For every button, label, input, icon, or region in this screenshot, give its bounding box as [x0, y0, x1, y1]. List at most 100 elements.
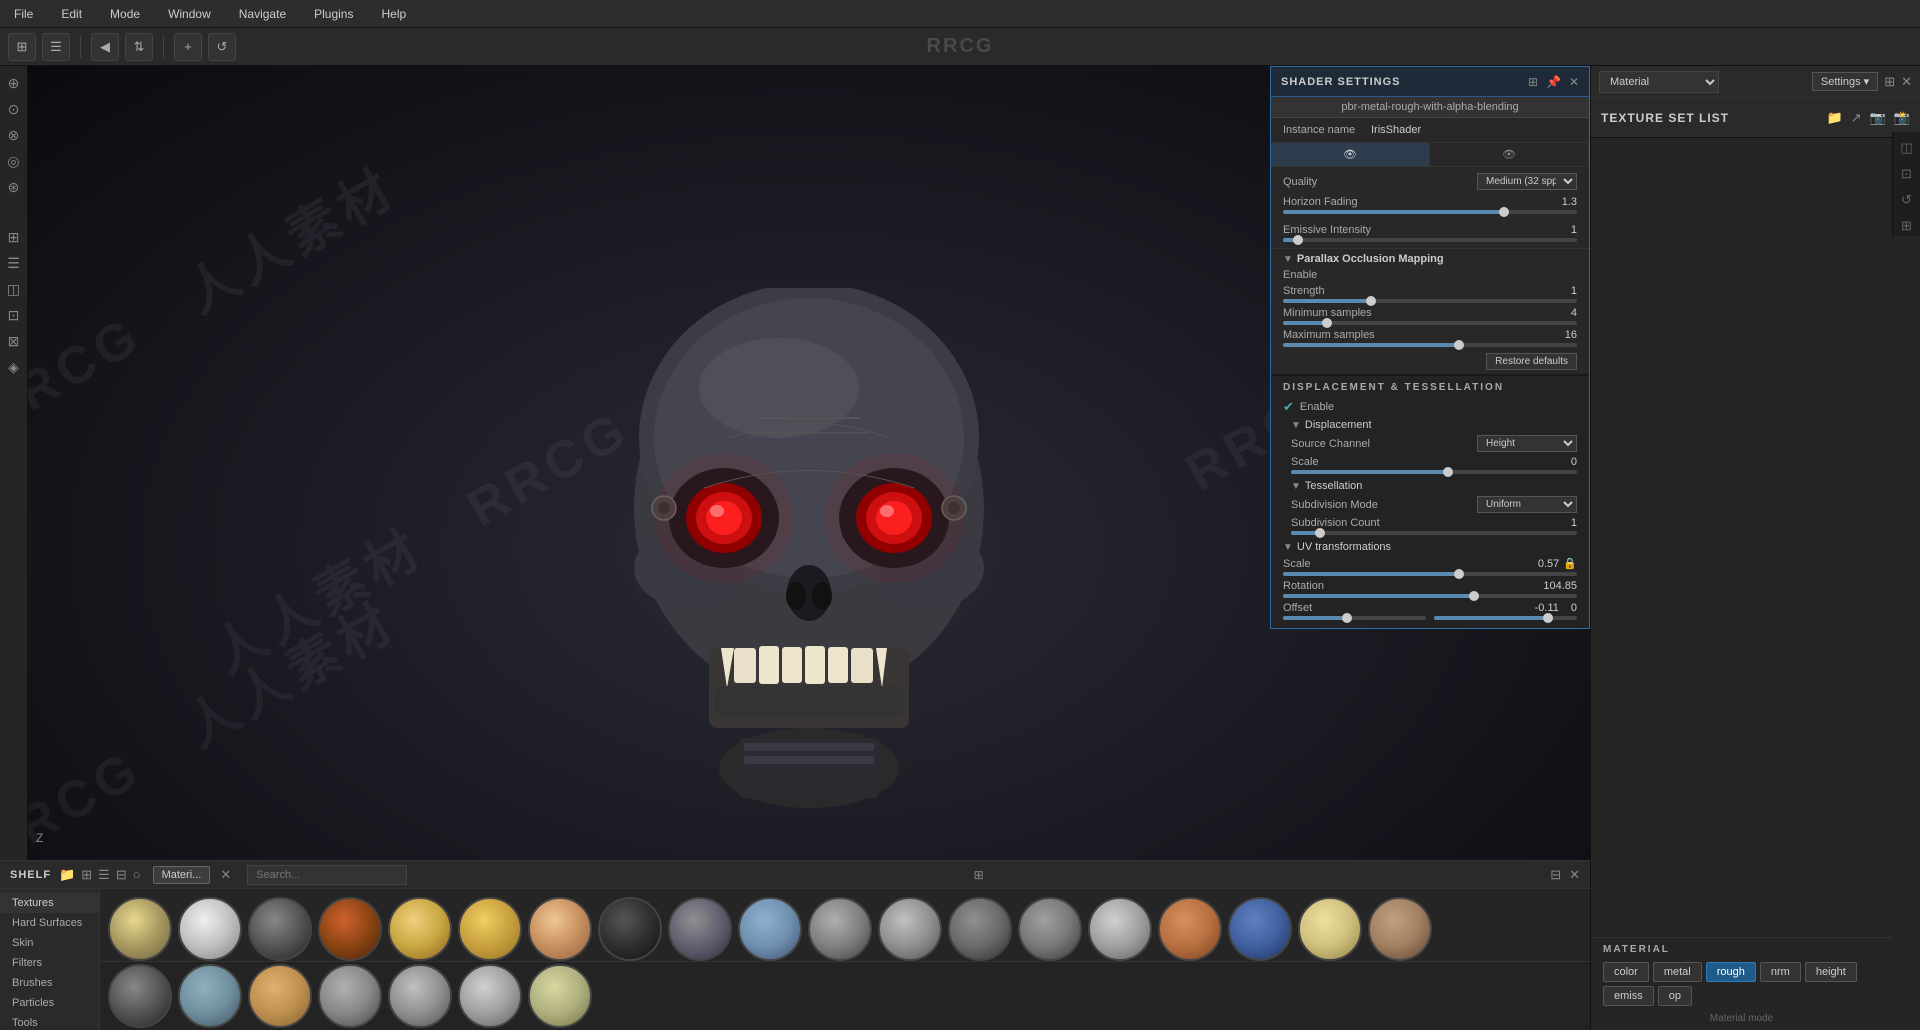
- shelf-item-r2-2[interactable]: [178, 964, 242, 1028]
- shelf-item-fabric-base[interactable]: Fabric Base...: [1368, 897, 1432, 961]
- uv-scale-slider[interactable]: [1283, 572, 1577, 576]
- left-sidebar-btn-5[interactable]: ⊛: [3, 176, 25, 198]
- left-sidebar-btn-8[interactable]: ◫: [3, 278, 25, 300]
- shelf-item-aluminium1[interactable]: Aluminium ...: [108, 897, 172, 961]
- shader-close-icon[interactable]: ✕: [1569, 75, 1579, 89]
- shelf-cat-filters[interactable]: Filters: [0, 953, 99, 973]
- shelf-cat-tools[interactable]: Tools: [0, 1013, 99, 1030]
- shelf-item-concrete-b[interactable]: Concrete B...: [808, 897, 872, 961]
- shelf-item-concrete-sl[interactable]: Concrete Sl...: [1018, 897, 1082, 961]
- outer-icon-3[interactable]: ↺: [1899, 190, 1914, 210]
- shelf-cat-hard-surfaces[interactable]: Hard Surfaces: [0, 913, 99, 933]
- panel-maximize-icon[interactable]: ⊞: [1884, 74, 1895, 90]
- shelf-cat-brushes[interactable]: Brushes: [0, 973, 99, 993]
- left-sidebar-btn-7[interactable]: ☰: [3, 252, 25, 274]
- outer-icon-1[interactable]: ◫: [1898, 138, 1914, 158]
- mode-dropdown[interactable]: Material: [1599, 71, 1719, 93]
- shelf-view-grid-btn[interactable]: ⊞: [969, 865, 989, 885]
- shelf-item-concrete-s[interactable]: Concrete S...: [1088, 897, 1152, 961]
- offset-slider-x[interactable]: [1283, 616, 1426, 620]
- shelf-item-copper-pure[interactable]: Copper Pure: [1158, 897, 1222, 961]
- btn-rough[interactable]: rough: [1706, 962, 1756, 982]
- shelf-item-artificial-lea[interactable]: Artificial Lea...: [248, 897, 312, 961]
- emissive-intensity-slider[interactable]: [1283, 238, 1577, 242]
- outer-icon-4[interactable]: ⊞: [1899, 216, 1914, 236]
- shelf-item-calf-skin[interactable]: Calf Skin: [528, 897, 592, 961]
- btn-nrm[interactable]: nrm: [1760, 962, 1801, 982]
- camera-icon[interactable]: 📷: [1870, 110, 1886, 126]
- menu-window[interactable]: Window: [162, 5, 217, 23]
- strength-slider[interactable]: [1283, 299, 1577, 303]
- restore-defaults-btn[interactable]: Restore defaults: [1486, 353, 1577, 370]
- shelf-item-r2-3[interactable]: [248, 964, 312, 1028]
- shelf-item-denim-rivet[interactable]: Denim Rivet: [1228, 897, 1292, 961]
- btn-metal[interactable]: metal: [1653, 962, 1702, 982]
- shader-tab-eye2[interactable]: 👁: [1430, 143, 1589, 166]
- subdivision-mode-dropdown[interactable]: Uniform: [1477, 496, 1577, 513]
- btn-height[interactable]: height: [1805, 962, 1857, 982]
- left-sidebar-btn-2[interactable]: ⊙: [3, 98, 25, 120]
- settings-button[interactable]: Settings ▾: [1812, 72, 1878, 91]
- shelf-item-cobalt-pure[interactable]: Cobalt Pure: [738, 897, 802, 961]
- toolbar-btn-add[interactable]: +: [174, 33, 202, 61]
- shader-pin-icon[interactable]: 📌: [1546, 75, 1561, 89]
- left-sidebar-btn-9[interactable]: ⊡: [3, 304, 25, 326]
- btn-color[interactable]: color: [1603, 962, 1649, 982]
- scale-slider[interactable]: [1291, 470, 1577, 474]
- shelf-cat-textures[interactable]: Textures: [0, 893, 99, 913]
- shader-tab-eye1[interactable]: 👁: [1271, 143, 1430, 166]
- shelf-grid-icon[interactable]: ⊞: [81, 867, 92, 883]
- toolbar-btn-flip[interactable]: ⇅: [125, 33, 153, 61]
- left-sidebar-btn-3[interactable]: ⊗: [3, 124, 25, 146]
- menu-file[interactable]: File: [8, 5, 39, 23]
- left-sidebar-btn-1[interactable]: ⊕: [3, 72, 25, 94]
- source-channel-dropdown[interactable]: Height: [1477, 435, 1577, 452]
- shelf-item-brass-pure[interactable]: Brass Pure: [458, 897, 522, 961]
- displacement-collapse-icon[interactable]: ▼: [1291, 420, 1301, 431]
- shader-maximize-icon[interactable]: ⊞: [1528, 75, 1538, 89]
- shelf-list-icon[interactable]: ☰: [98, 867, 110, 883]
- toolbar-btn-prev[interactable]: ◀: [91, 33, 119, 61]
- panel-close-icon[interactable]: ✕: [1901, 74, 1912, 90]
- menu-edit[interactable]: Edit: [55, 5, 88, 23]
- lock-icon[interactable]: 🔒: [1563, 557, 1577, 570]
- shelf-item-baked-light[interactable]: Baked Light ...: [388, 897, 452, 961]
- btn-op[interactable]: op: [1658, 986, 1692, 1006]
- subdivision-count-slider[interactable]: [1291, 531, 1577, 535]
- outer-icon-2[interactable]: ⊡: [1899, 164, 1914, 184]
- shelf-item-r2-7[interactable]: [528, 964, 592, 1028]
- shelf-item-r2-4[interactable]: [318, 964, 382, 1028]
- shelf-tab-active[interactable]: Materi...: [153, 866, 211, 884]
- offset-slider-y[interactable]: [1434, 616, 1577, 620]
- shelf-cat-particles[interactable]: Particles: [0, 993, 99, 1013]
- shelf-folder-icon[interactable]: 📁: [59, 867, 75, 883]
- shelf-minimize-icon[interactable]: ⊟: [1550, 867, 1561, 883]
- shelf-item-fabric-bam[interactable]: Fabric Bam...: [1298, 897, 1362, 961]
- shelf-item-carbon-fiber[interactable]: Carbon Fiber: [598, 897, 662, 961]
- shelf-item-r2-1[interactable]: [108, 964, 172, 1028]
- shelf-item-aluminium2[interactable]: Aluminium ...: [178, 897, 242, 961]
- shelf-circle-icon[interactable]: ○: [133, 867, 141, 882]
- displacement-enable-check[interactable]: ✔: [1283, 399, 1294, 415]
- toolbar-btn-list[interactable]: ☰: [42, 33, 70, 61]
- menu-mode[interactable]: Mode: [104, 5, 146, 23]
- shelf-item-r2-5[interactable]: [388, 964, 452, 1028]
- menu-navigate[interactable]: Navigate: [233, 5, 292, 23]
- left-sidebar-btn-11[interactable]: ◈: [3, 356, 25, 378]
- parallax-collapse-icon[interactable]: ▼: [1283, 254, 1293, 265]
- shelf-filter-icon[interactable]: ⊟: [116, 867, 127, 883]
- left-sidebar-btn-4[interactable]: ◎: [3, 150, 25, 172]
- quality-dropdown[interactable]: Medium (32 spp): [1477, 173, 1577, 190]
- toolbar-btn-grid[interactable]: ⊞: [8, 33, 36, 61]
- toolbar-btn-reset[interactable]: ↺: [208, 33, 236, 61]
- shelf-close-icon[interactable]: ✕: [1569, 867, 1580, 883]
- folder-icon[interactable]: 📁: [1827, 110, 1843, 126]
- shelf-search-input[interactable]: [247, 865, 407, 885]
- shelf-tab-close[interactable]: ✕: [220, 867, 231, 883]
- rotation-slider[interactable]: [1283, 594, 1577, 598]
- left-sidebar-btn-6[interactable]: ⊞: [3, 226, 25, 248]
- uv-collapse-icon[interactable]: ▼: [1283, 542, 1293, 553]
- shelf-item-r2-6[interactable]: [458, 964, 522, 1028]
- btn-emiss[interactable]: emiss: [1603, 986, 1654, 1006]
- tessellation-collapse-icon[interactable]: ▼: [1291, 481, 1301, 492]
